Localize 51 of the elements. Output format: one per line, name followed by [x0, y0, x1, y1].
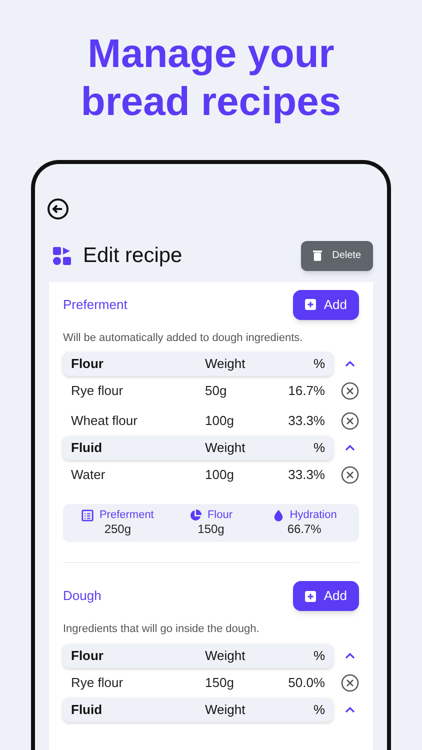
- column-header: Weight: [205, 646, 246, 665]
- remove-icon[interactable]: [341, 412, 359, 430]
- remove-icon[interactable]: [341, 674, 359, 692]
- summary-label: Preferment: [99, 508, 154, 522]
- summary-value: 150g: [198, 522, 224, 538]
- summary-value: 250g: [104, 522, 132, 538]
- add-button[interactable]: Add: [292, 290, 359, 320]
- column-header: Weight: [205, 439, 246, 458]
- ingredient-weight: 50g: [205, 382, 228, 400]
- group-name: Fluid: [71, 439, 104, 458]
- ingredient-name: Rye flour: [71, 382, 124, 400]
- remove-icon[interactable]: [341, 466, 359, 484]
- group-name: Fluid: [71, 700, 104, 719]
- plus-icon: [304, 299, 316, 310]
- ingredient-percent: 50.0%: [287, 674, 325, 692]
- section-description: Will be automatically added to dough ingredients.: [63, 330, 304, 346]
- drop-icon: [272, 509, 285, 522]
- screen-title: Edit recipe: [83, 243, 182, 269]
- ingredient-percent: 16.7%: [287, 382, 325, 400]
- section-title: Preferment: [63, 296, 128, 314]
- ingredient-percent: 33.3%: [287, 412, 325, 430]
- shapes-icon: [53, 246, 71, 265]
- add-button[interactable]: Add: [292, 581, 359, 611]
- column-header: Weight: [205, 355, 246, 374]
- summary-label: Flour: [207, 508, 233, 522]
- back-icon[interactable]: [47, 198, 69, 220]
- ingredient-name: Water: [71, 466, 106, 484]
- list-icon: [81, 509, 94, 522]
- column-header: %: [312, 355, 325, 374]
- group-name: Flour: [71, 355, 104, 374]
- section-title: Dough: [63, 587, 102, 606]
- group-name: Flour: [71, 646, 104, 665]
- ingredient-weight: 150g: [205, 674, 235, 692]
- ingredient-weight: 100g: [205, 466, 235, 484]
- delete-button[interactable]: Delete: [301, 240, 373, 271]
- column-header: %: [312, 700, 325, 719]
- headline: Manage your bread recipes: [80, 31, 342, 126]
- column-header: Weight: [205, 700, 246, 719]
- plus-icon: [304, 590, 316, 602]
- pie-chart-icon: [189, 509, 202, 522]
- trash-icon: [313, 250, 322, 262]
- remove-icon[interactable]: [341, 382, 359, 400]
- summary-label: Hydration: [290, 508, 337, 522]
- column-header: %: [312, 646, 325, 665]
- column-header: %: [312, 439, 325, 458]
- ingredient-name: Rye flour: [71, 674, 124, 692]
- ingredient-percent: 33.3%: [287, 466, 325, 484]
- section-description: Ingredients that will go inside the dough.: [63, 622, 260, 637]
- ingredient-name: Wheat flour: [71, 412, 138, 430]
- ingredient-weight: 100g: [205, 412, 235, 430]
- summary-value: 66.7%: [287, 522, 322, 538]
